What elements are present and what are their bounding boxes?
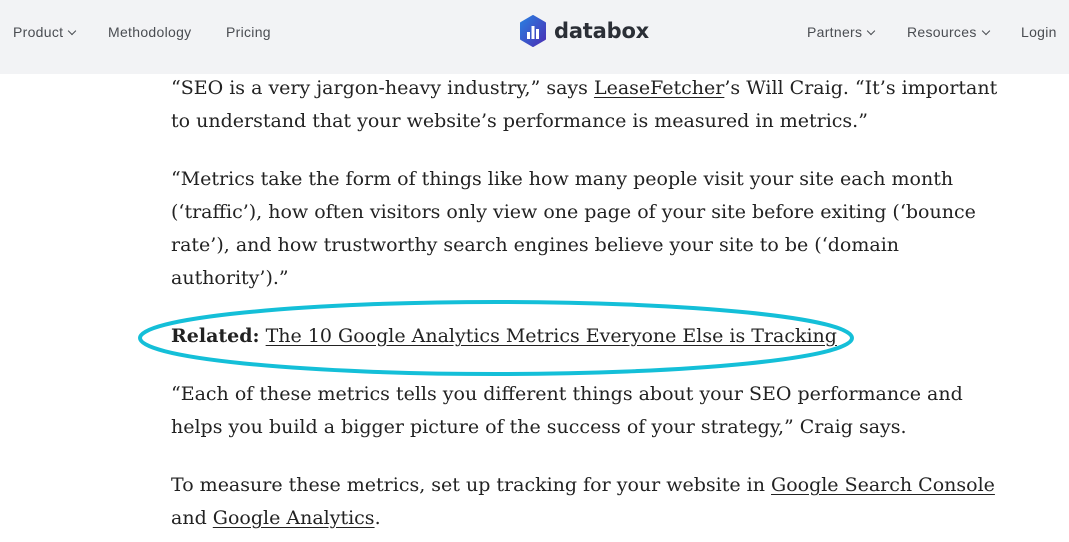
nav-pricing-label: Pricing [226,24,271,40]
related-article-link[interactable]: The 10 Google Analytics Metrics Everyone… [266,325,837,347]
nav-login[interactable]: Login [1021,24,1057,40]
databox-hexagon-bar-chart-icon [520,15,546,47]
paragraph-each-metric: “Each of these metrics tells you differe… [171,383,963,438]
chevron-down-icon [68,26,77,36]
paragraph-metrics-forms: “Metrics take the form of things like ho… [171,168,976,289]
p5-text-middle: and [171,507,213,529]
paragraph-seo-jargon: “SEO is a very jargon-heavy industry,” s… [171,72,1001,138]
nav-partners-label: Partners [807,24,863,40]
nav-methodology-label: Methodology [108,24,192,40]
logo-wordmark: databox [554,19,650,43]
databox-logo[interactable]: databox [519,15,649,47]
nav-product-label: Product [13,24,64,40]
top-navigation-bar: Product Methodology Pricing databox Part… [0,0,1069,74]
google-analytics-link[interactable]: Google Analytics [213,507,375,529]
nav-product[interactable]: Product [13,24,77,40]
nav-methodology[interactable]: Methodology [108,24,191,40]
nav-resources[interactable]: Resources [907,24,990,40]
p1-text-before: “SEO is a very jargon-heavy industry,” s… [171,77,594,99]
nav-pricing[interactable]: Pricing [226,24,271,40]
related-label: Related: [171,325,260,347]
related-callout: Related: The 10 Google Analytics Metrics… [171,320,837,353]
p5-text-before: To measure these metrics, set up trackin… [171,474,772,496]
paragraph-measure-tracking: To measure these metrics, set up trackin… [171,469,1001,535]
p5-text-after: . [374,507,381,529]
google-search-console-link[interactable]: Google Search Console [771,474,995,496]
nav-login-label: Login [1021,24,1057,40]
nav-partners[interactable]: Partners [807,24,876,40]
leasefetcher-link[interactable]: LeaseFetcher [594,77,724,99]
chevron-down-icon [867,26,876,36]
nav-resources-label: Resources [907,24,977,40]
chevron-down-icon [981,26,990,36]
